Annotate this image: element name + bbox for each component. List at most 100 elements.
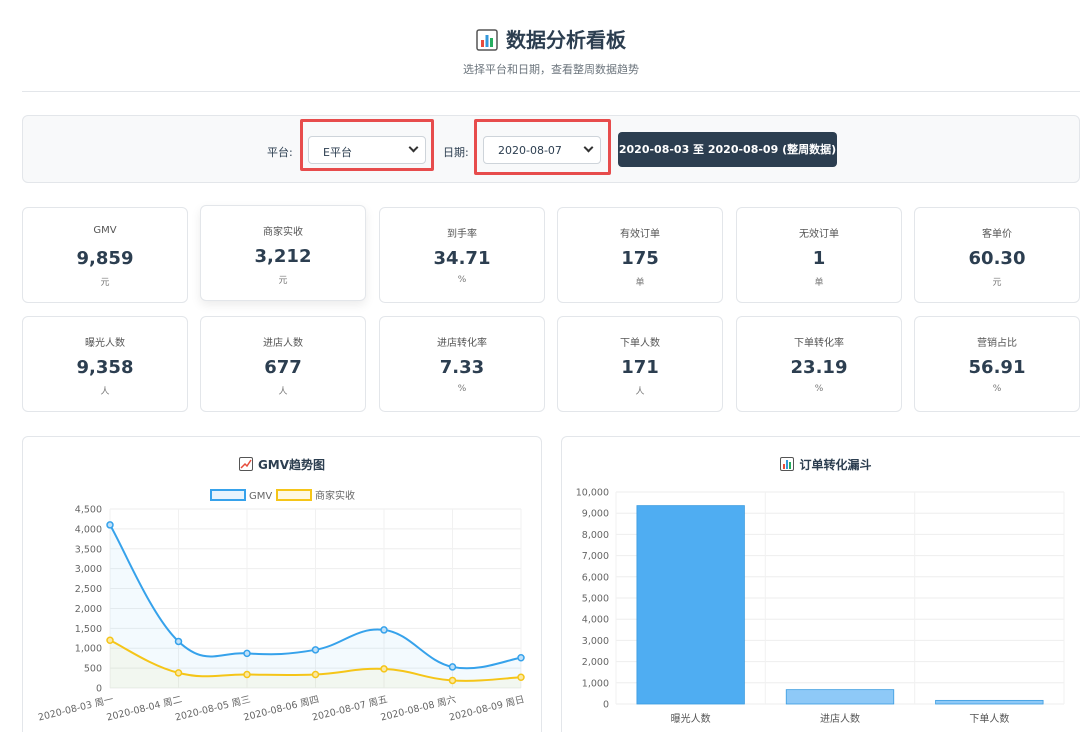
metric-value: 1 xyxy=(812,248,826,269)
legend-label: 商家实收 xyxy=(315,489,355,502)
metric-card-gmv: GMV 9,859 元 xyxy=(22,207,188,303)
date-highlight-box xyxy=(474,119,611,175)
metric-value: 171 xyxy=(621,357,659,378)
metric-label: 进店转化率 xyxy=(437,338,487,349)
metric-card-visit-conversion: 进店转化率 7.33 % xyxy=(379,316,545,412)
metric-value: 56.91 xyxy=(968,357,1026,378)
y-tick-label: 4,500 xyxy=(75,505,102,516)
metric-label: 营销占比 xyxy=(977,338,1017,349)
metric-unit: 元 xyxy=(992,278,1002,288)
data-point xyxy=(106,521,114,529)
metric-label: 有效订单 xyxy=(620,229,660,240)
metric-unit: 人 xyxy=(635,387,645,397)
y-tick-label: 8,000 xyxy=(582,530,609,541)
metric-label: 客单价 xyxy=(982,229,1012,240)
x-tick-label: 2020-08-04 周二 xyxy=(106,694,184,723)
metric-card-merchant-income: 商家实收 3,212 元 xyxy=(200,205,366,301)
data-point xyxy=(380,626,388,634)
y-tick-label: 4,000 xyxy=(582,615,609,626)
metric-card-marketing-ratio: 营销占比 56.91 % xyxy=(914,316,1080,412)
metric-unit: 人 xyxy=(278,387,288,397)
metric-label: 无效订单 xyxy=(799,229,839,240)
metric-value: 23.19 xyxy=(790,357,848,378)
date-label: 日期: xyxy=(443,146,469,159)
data-point xyxy=(243,649,251,658)
filter-bar: 平台: E平台 日期: 2020-08-07 2020-08-03 至 2020… xyxy=(22,115,1080,183)
metric-card-buyers: 下单人数 171 人 xyxy=(557,316,723,412)
funnel-bar xyxy=(785,689,895,705)
x-tick-label: 2020-08-05 周三 xyxy=(174,694,252,723)
y-tick-label: 3,000 xyxy=(75,564,102,575)
metric-unit: 元 xyxy=(100,278,110,288)
metric-value: 9,358 xyxy=(76,357,134,378)
metric-label: 商家实收 xyxy=(263,227,303,238)
metric-value: 7.33 xyxy=(439,357,485,378)
data-point xyxy=(380,665,388,673)
data-point xyxy=(448,676,457,685)
legend-swatch xyxy=(276,489,312,501)
metric-unit: 人 xyxy=(100,387,110,397)
y-tick-label: 0 xyxy=(96,684,102,695)
gmv-trend-panel: GMV趋势图 GMV 商家实收 0 500 1,000 1,500 2,000 2,500 3,… xyxy=(22,436,542,732)
metric-value: 9,859 xyxy=(76,248,134,269)
order-funnel-chart: 0 1,000 2,000 3,000 4,000 5,000 6,000 7,000 8,00… xyxy=(576,488,1065,725)
y-tick-label: 1,500 xyxy=(75,624,102,635)
y-tick-label: 3,000 xyxy=(582,636,609,647)
metric-label: 下单人数 xyxy=(620,338,660,349)
data-point xyxy=(311,670,320,679)
metric-unit: 单 xyxy=(635,278,645,288)
data-point xyxy=(311,646,320,654)
metric-unit: % xyxy=(457,275,467,285)
page-subtitle: 选择平台和日期，查看整周数据趋势 xyxy=(463,63,639,76)
x-tick-label: 下单人数 xyxy=(969,712,1009,725)
metric-unit: % xyxy=(992,384,1002,394)
metric-unit: 单 xyxy=(814,278,824,288)
x-tick-label: 曝光人数 xyxy=(671,712,711,725)
metric-card-invalid-orders: 无效订单 1 单 xyxy=(736,207,902,303)
x-tick-label: 2020-08-09 周日 xyxy=(448,694,526,723)
x-tick-label: 2020-08-07 周五 xyxy=(311,694,389,723)
y-tick-label: 1,000 xyxy=(582,678,609,689)
order-funnel-panel: 订单转化漏斗 0 1,000 2,000 3,000 4,000 5,000 6,000 7,… xyxy=(561,436,1080,732)
metric-label: GMV xyxy=(93,225,117,236)
metric-value: 677 xyxy=(264,357,302,378)
y-tick-label: 2,500 xyxy=(75,584,102,595)
y-tick-label: 7,000 xyxy=(582,551,609,562)
metric-value: 34.71 xyxy=(433,248,491,269)
data-point xyxy=(517,654,525,662)
page-title-row: 数据分析看板 xyxy=(22,24,1080,53)
y-tick-label: 1,000 xyxy=(75,644,102,655)
funnel-bar xyxy=(935,699,1044,705)
data-point xyxy=(517,673,525,682)
metric-value: 3,212 xyxy=(254,246,312,267)
data-point xyxy=(174,669,183,677)
metric-unit: % xyxy=(457,384,467,394)
metric-unit: 元 xyxy=(278,276,288,286)
data-point xyxy=(448,663,457,671)
x-tick-label: 进店人数 xyxy=(820,712,860,725)
platform-label: 平台: xyxy=(267,146,293,159)
y-tick-label: 10,000 xyxy=(576,488,609,499)
y-tick-label: 6,000 xyxy=(582,572,609,583)
metric-label: 下单转化率 xyxy=(794,338,844,349)
y-tick-label: 0 xyxy=(603,700,609,711)
y-tick-label: 9,000 xyxy=(582,509,609,520)
metric-card-store-visits: 进店人数 677 人 xyxy=(200,316,366,412)
y-tick-label: 4,000 xyxy=(75,524,102,535)
metric-card-avg-order-value: 客单价 60.30 元 xyxy=(914,207,1080,303)
y-tick-label: 5,000 xyxy=(582,594,609,605)
x-tick-label: 2020-08-08 周六 xyxy=(379,693,457,723)
y-tick-label: 500 xyxy=(84,664,102,675)
page-title: 数据分析看板 xyxy=(506,28,626,52)
metric-card-order-conversion: 下单转化率 23.19 % xyxy=(736,316,902,412)
metric-label: 曝光人数 xyxy=(85,338,125,349)
y-tick-label: 2,000 xyxy=(75,604,102,615)
x-tick-label: 2020-08-06 周四 xyxy=(243,694,321,723)
legend-label: GMV xyxy=(249,491,272,502)
metric-value: 60.30 xyxy=(968,248,1026,269)
x-tick-label: 2020-08-03 周一 xyxy=(37,694,115,723)
week-range-button[interactable]: 2020-08-03 至 2020-08-09 (整周数据) xyxy=(618,132,837,167)
funnel-bar xyxy=(636,505,745,705)
metric-label: 到手率 xyxy=(447,229,477,240)
platform-highlight-box xyxy=(300,119,434,171)
